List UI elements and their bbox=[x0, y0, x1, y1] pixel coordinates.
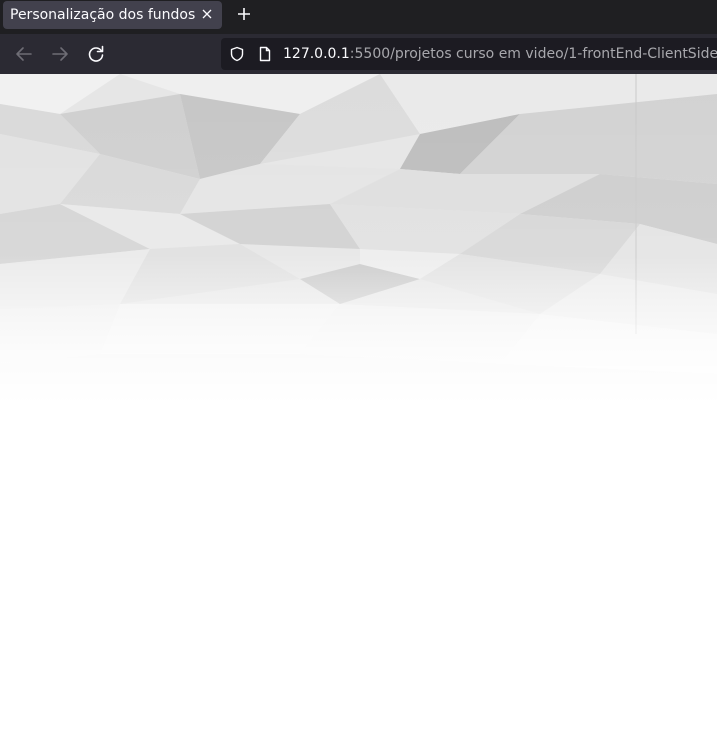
nav-toolbar: 127.0.0.1:5500/projetos curso em video/1… bbox=[0, 34, 717, 74]
page-content bbox=[0, 74, 717, 739]
close-icon[interactable] bbox=[199, 4, 215, 24]
url-text[interactable]: 127.0.0.1:5500/projetos curso em video/1… bbox=[283, 44, 717, 64]
forward-arrow-icon[interactable] bbox=[49, 43, 71, 65]
url-path: :5500/projetos curso em video/1-frontEnd… bbox=[349, 46, 717, 62]
url-bar[interactable]: 127.0.0.1:5500/projetos curso em video/1… bbox=[221, 38, 717, 70]
page-icon[interactable] bbox=[257, 46, 273, 62]
url-host: 127.0.0.1 bbox=[283, 46, 350, 62]
tab-active[interactable]: Personalização dos fundos bbox=[3, 1, 222, 29]
shield-icon[interactable] bbox=[229, 46, 245, 62]
reload-icon[interactable] bbox=[85, 43, 107, 65]
browser-window: Personalização dos fundos 127.0.0.1:5500… bbox=[0, 0, 717, 739]
background-image bbox=[0, 74, 717, 404]
tab-strip: Personalização dos fundos bbox=[0, 0, 717, 34]
tab-title: Personalização dos fundos bbox=[10, 7, 196, 23]
plus-icon[interactable] bbox=[234, 2, 254, 26]
back-arrow-icon[interactable] bbox=[13, 43, 35, 65]
